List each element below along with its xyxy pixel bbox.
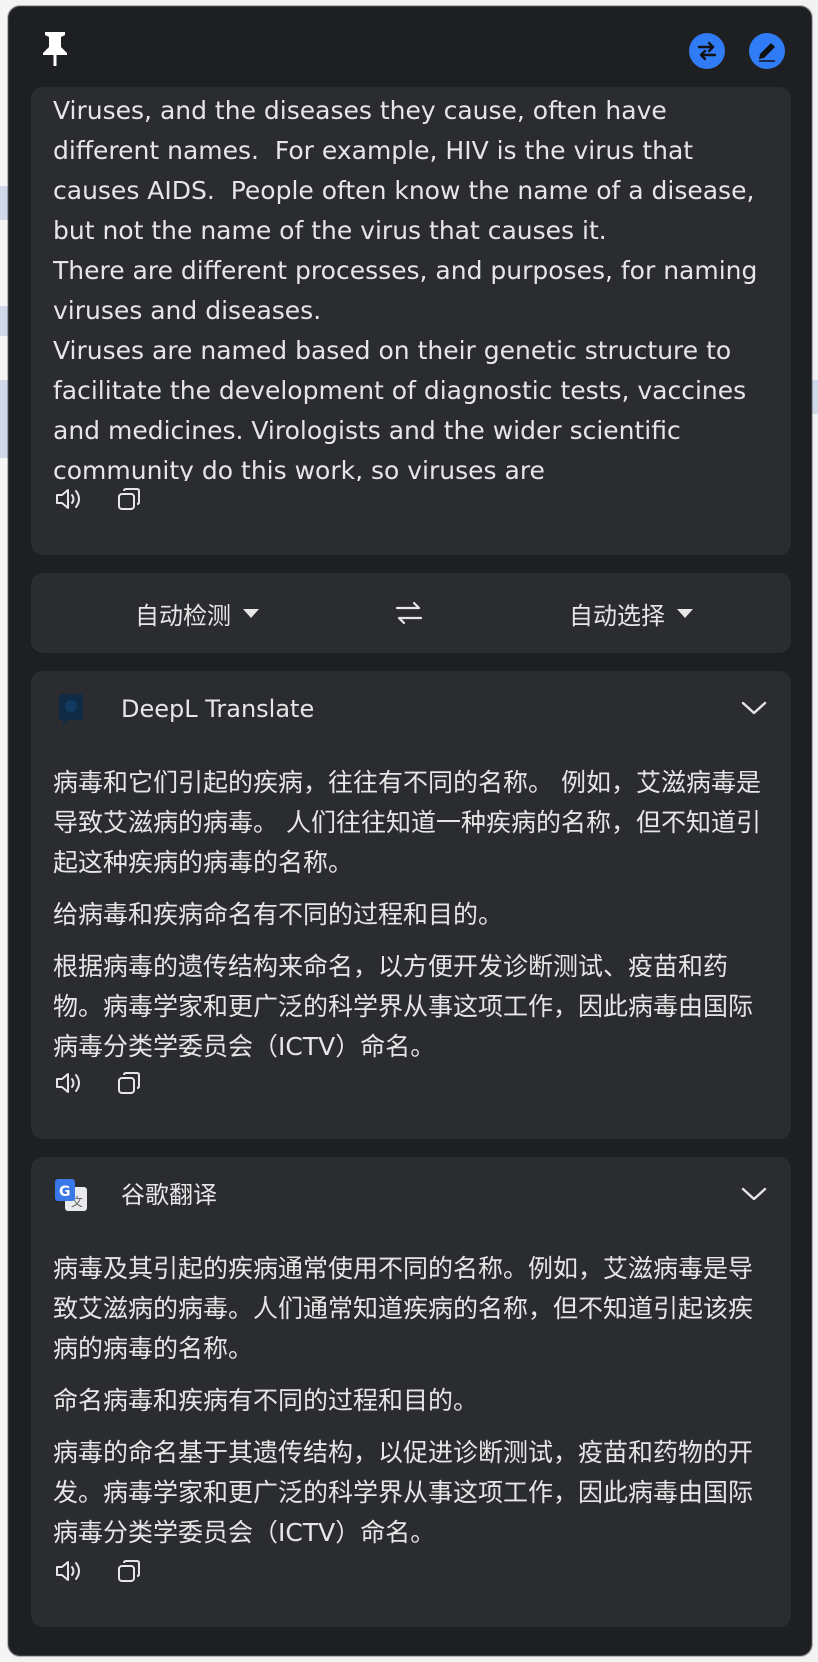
source-text[interactable]: Viruses, and the diseases they cause, of…	[53, 91, 773, 481]
background-highlight	[812, 380, 818, 414]
speak-button[interactable]	[53, 1555, 85, 1587]
source-text-card: Viruses, and the diseases they cause, of…	[31, 87, 791, 555]
language-bar: 自动检测 自动选择	[31, 573, 791, 653]
pin-icon[interactable]	[37, 29, 73, 67]
provider-name: 谷歌翻译	[121, 1181, 217, 1209]
swap-arrows-button[interactable]	[689, 33, 725, 69]
google-actions	[53, 1555, 145, 1587]
copy-button[interactable]	[113, 1067, 145, 1099]
deepl-translation-text[interactable]: 病毒和它们引起的疾病，往往有不同的名称。 例如，艾滋病毒是导致艾滋病的病毒。 人…	[53, 763, 773, 1079]
source-actions	[53, 483, 145, 515]
source-language-select[interactable]: 自动检测	[135, 573, 259, 653]
copy-button[interactable]	[113, 483, 145, 515]
copy-icon	[118, 1560, 140, 1582]
google-result-header[interactable]: 文 G 谷歌翻译	[31, 1157, 791, 1229]
google-translation-text[interactable]: 病毒及其引起的疾病通常使用不同的名称。例如，艾滋病毒是导致艾滋病的病毒。人们通常…	[53, 1249, 773, 1565]
swap-languages-icon[interactable]	[391, 597, 427, 629]
speaker-icon	[56, 1561, 80, 1581]
speak-button[interactable]	[53, 1067, 85, 1099]
google-result-card: 文 G 谷歌翻译 病毒及其引起的疾病通常使用不同的名称。例如，艾滋病毒是导致艾滋…	[31, 1157, 791, 1627]
copy-icon	[118, 488, 140, 510]
deepl-result-header[interactable]: DeepL Translate	[31, 671, 791, 743]
source-language-label: 自动检测	[135, 601, 231, 630]
copy-button[interactable]	[113, 1555, 145, 1587]
chevron-down-icon[interactable]	[739, 693, 769, 723]
translator-window: Viruses, and the diseases they cause, of…	[8, 6, 812, 1656]
deepl-actions	[53, 1067, 145, 1099]
caret-down-icon	[243, 608, 259, 618]
swap-arrows-icon	[697, 41, 717, 61]
speak-button[interactable]	[53, 483, 85, 515]
edit-button[interactable]	[749, 33, 785, 69]
google-translate-logo-icon: 文 G	[55, 1179, 87, 1211]
translation-paragraph: 病毒和它们引起的疾病，往往有不同的名称。 例如，艾滋病毒是导致艾滋病的病毒。 人…	[53, 768, 761, 877]
translation-paragraph: 病毒及其引起的疾病通常使用不同的名称。例如，艾滋病毒是导致艾滋病的病毒。人们通常…	[53, 1254, 754, 1363]
pencil-icon	[759, 43, 775, 62]
titlebar	[9, 7, 811, 87]
provider-name: DeepL Translate	[121, 695, 315, 723]
copy-icon	[118, 1072, 140, 1094]
speaker-icon	[56, 1073, 80, 1093]
translation-paragraph: 病毒的命名基于其遗传结构，以促进诊断测试，疫苗和药物的开发。病毒学家和更广泛的科…	[53, 1438, 754, 1547]
target-language-select[interactable]: 自动选择	[569, 573, 693, 653]
speaker-icon	[56, 489, 80, 509]
target-language-label: 自动选择	[569, 601, 665, 630]
translation-paragraph: 根据病毒的遗传结构来命名，以方便开发诊断测试、疫苗和药物。病毒学家和更广泛的科学…	[53, 952, 754, 1061]
translation-paragraph: 命名病毒和疾病有不同的过程和目的。	[53, 1386, 479, 1415]
caret-down-icon	[677, 608, 693, 618]
translation-paragraph: 给病毒和疾病命名有不同的过程和目的。	[53, 900, 504, 929]
chevron-down-icon[interactable]	[739, 1179, 769, 1209]
svg-text:G: G	[59, 1184, 71, 1200]
deepl-logo-icon	[59, 694, 83, 725]
deepl-result-card: DeepL Translate 病毒和它们引起的疾病，往往有不同的名称。 例如，…	[31, 671, 791, 1139]
